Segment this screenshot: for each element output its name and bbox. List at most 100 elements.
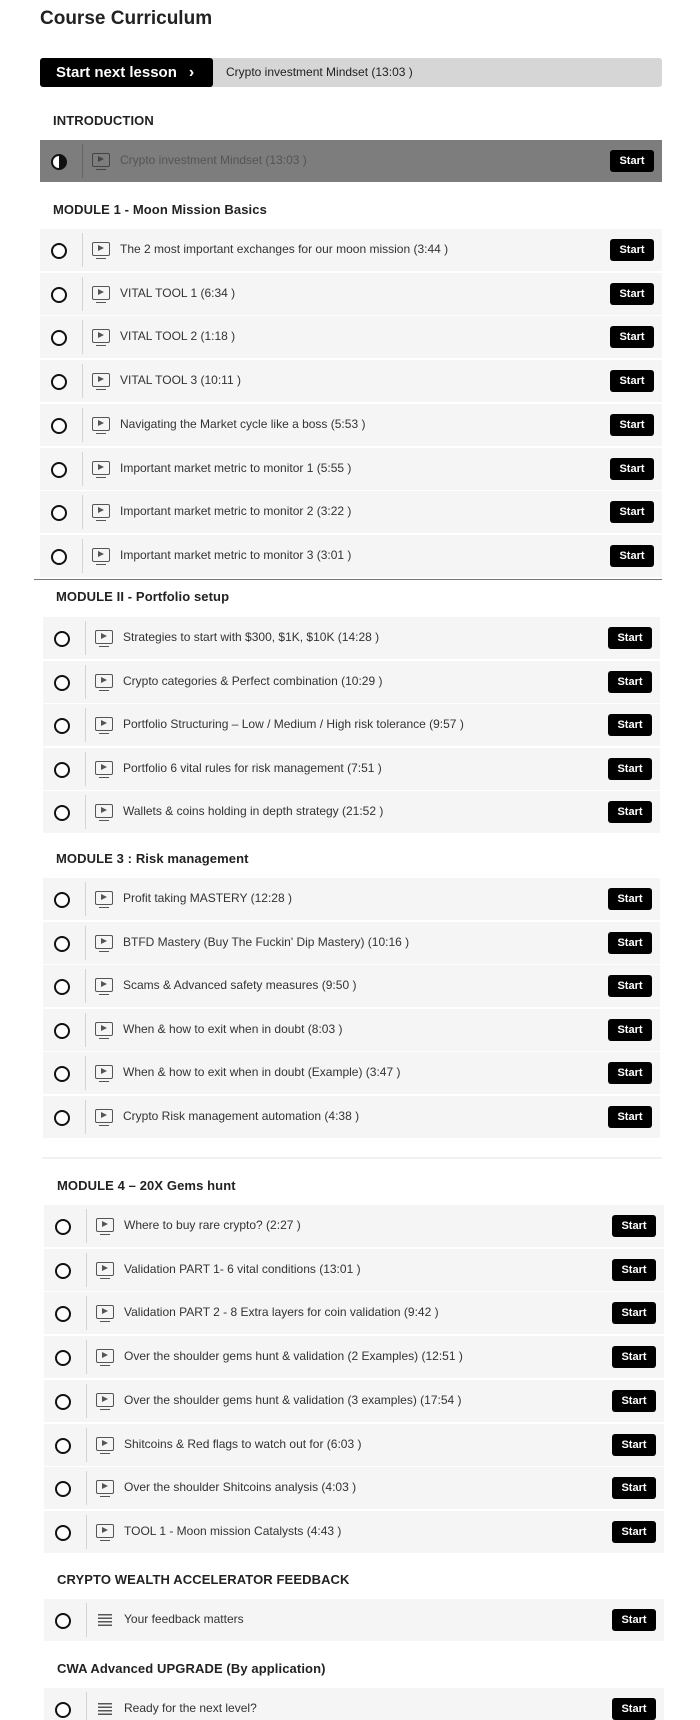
lesson-row[interactable]: Portfolio 6 vital rules for risk managem… xyxy=(43,748,660,790)
lesson-row[interactable]: VITAL TOOL 2 (1:18 ) Start xyxy=(40,316,662,358)
start-button[interactable]: Start xyxy=(612,1302,656,1324)
start-button[interactable]: Start xyxy=(608,888,652,910)
row-divider xyxy=(82,320,83,354)
circle-icon[interactable] xyxy=(51,374,67,390)
lesson-title: Navigating the Market cycle like a boss … xyxy=(120,417,366,431)
lesson-row[interactable]: Crypto categories & Perfect combination … xyxy=(43,661,660,703)
lesson-row[interactable]: BTFD Mastery (Buy The Fuckin' Dip Master… xyxy=(43,922,660,964)
circle-icon[interactable] xyxy=(51,462,67,478)
start-button[interactable]: Start xyxy=(610,414,654,436)
circle-icon[interactable] xyxy=(54,936,70,952)
lesson-row[interactable]: Important market metric to monitor 3 (3:… xyxy=(40,535,662,577)
start-button[interactable]: Start xyxy=(608,1062,652,1084)
lesson-row[interactable]: VITAL TOOL 1 (6:34 ) Start xyxy=(40,273,662,315)
start-button[interactable]: Start xyxy=(612,1215,656,1237)
start-button[interactable]: Start xyxy=(610,545,654,567)
lesson-row[interactable]: Wallets & coins holding in depth strateg… xyxy=(43,791,660,833)
lesson-row[interactable]: Navigating the Market cycle like a boss … xyxy=(40,404,662,446)
lesson-row[interactable]: Over the shoulder Shitcoins analysis (4:… xyxy=(44,1467,664,1509)
lesson-row[interactable]: Strategies to start with $300, $1K, $10K… xyxy=(43,617,660,659)
lesson-row[interactable]: Validation PART 1- 6 vital conditions (1… xyxy=(44,1249,664,1291)
circle-icon[interactable] xyxy=(54,1110,70,1126)
start-button[interactable]: Start xyxy=(612,1698,656,1720)
circle-icon[interactable] xyxy=(55,1219,71,1235)
start-button[interactable]: Start xyxy=(608,975,652,997)
lesson-row[interactable]: Scams & Advanced safety measures (9:50 )… xyxy=(43,965,660,1007)
lesson-row[interactable]: The 2 most important exchanges for our m… xyxy=(40,229,662,271)
video-icon xyxy=(95,1022,113,1039)
start-button[interactable]: Start xyxy=(608,1106,652,1128)
start-next-lesson-button[interactable]: Start next lesson › xyxy=(40,58,213,87)
circle-icon[interactable] xyxy=(55,1263,71,1279)
circle-icon[interactable] xyxy=(51,287,67,303)
lesson-row[interactable]: VITAL TOOL 3 (10:11 ) Start xyxy=(40,360,662,402)
start-button[interactable]: Start xyxy=(610,326,654,348)
half-complete-circle-icon[interactable] xyxy=(51,154,67,170)
start-button[interactable]: Start xyxy=(610,283,654,305)
start-button[interactable]: Start xyxy=(610,458,654,480)
lesson-row[interactable]: Crypto investment Mindset (13:03 ) Start xyxy=(40,140,662,182)
lesson-row[interactable]: Important market metric to monitor 2 (3:… xyxy=(40,491,662,533)
start-button[interactable]: Start xyxy=(612,1390,656,1412)
start-button[interactable]: Start xyxy=(608,801,652,823)
start-button[interactable]: Start xyxy=(612,1477,656,1499)
lesson-row[interactable]: Important market metric to monitor 1 (5:… xyxy=(40,448,662,490)
lesson-row[interactable]: When & how to exit when in doubt (Exampl… xyxy=(43,1052,660,1094)
lesson-row[interactable]: Over the shoulder gems hunt & validation… xyxy=(44,1336,664,1378)
lesson-row[interactable]: Over the shoulder gems hunt & validation… xyxy=(44,1380,664,1422)
video-icon xyxy=(96,1437,114,1454)
circle-icon[interactable] xyxy=(54,675,70,691)
circle-icon[interactable] xyxy=(51,505,67,521)
lesson-row[interactable]: Shitcoins & Red flags to watch out for (… xyxy=(44,1424,664,1466)
lesson-row[interactable]: Profit taking MASTERY (12:28 ) Start xyxy=(43,878,660,920)
circle-icon[interactable] xyxy=(54,631,70,647)
start-button[interactable]: Start xyxy=(612,1346,656,1368)
start-button[interactable]: Start xyxy=(610,150,654,172)
circle-icon[interactable] xyxy=(51,243,67,259)
start-button[interactable]: Start xyxy=(610,501,654,523)
start-button[interactable]: Start xyxy=(608,714,652,736)
lesson-title: When & how to exit when in doubt (8:03 ) xyxy=(123,1022,343,1036)
circle-icon[interactable] xyxy=(51,549,67,565)
start-button[interactable]: Start xyxy=(608,627,652,649)
lesson-row[interactable]: Crypto Risk management automation (4:38 … xyxy=(43,1096,660,1138)
circle-icon[interactable] xyxy=(54,892,70,908)
circle-icon[interactable] xyxy=(55,1525,71,1541)
start-button[interactable]: Start xyxy=(610,239,654,261)
circle-icon[interactable] xyxy=(54,718,70,734)
start-button[interactable]: Start xyxy=(612,1259,656,1281)
circle-icon[interactable] xyxy=(55,1613,71,1629)
lesson-title: When & how to exit when in doubt (Exampl… xyxy=(123,1065,401,1079)
circle-icon[interactable] xyxy=(55,1702,71,1718)
lesson-row[interactable]: TOOL 1 - Moon mission Catalysts (4:43 ) S… xyxy=(44,1511,664,1553)
circle-icon[interactable] xyxy=(51,418,67,434)
start-button[interactable]: Start xyxy=(608,1019,652,1041)
circle-icon[interactable] xyxy=(55,1481,71,1497)
circle-icon[interactable] xyxy=(51,330,67,346)
circle-icon[interactable] xyxy=(54,805,70,821)
lesson-row[interactable]: Validation PART 2 - 8 Extra layers for c… xyxy=(44,1292,664,1334)
lesson-row[interactable]: Where to buy rare crypto? (2:27 ) Start xyxy=(44,1205,664,1247)
start-button[interactable]: Start xyxy=(612,1521,656,1543)
circle-icon[interactable] xyxy=(55,1306,71,1322)
video-icon xyxy=(95,1065,113,1082)
circle-icon[interactable] xyxy=(55,1350,71,1366)
start-button[interactable]: Start xyxy=(610,370,654,392)
start-button[interactable]: Start xyxy=(612,1609,656,1631)
lesson-row[interactable]: Portfolio Structuring – Low / Medium / H… xyxy=(43,704,660,746)
circle-icon[interactable] xyxy=(55,1438,71,1454)
lesson-title: Crypto categories & Perfect combination … xyxy=(123,674,383,688)
circle-icon[interactable] xyxy=(54,762,70,778)
lesson-row[interactable]: When & how to exit when in doubt (8:03 )… xyxy=(43,1009,660,1051)
lesson-row[interactable]: Ready for the next level? Start xyxy=(44,1688,664,1720)
lesson-row[interactable]: Your feedback matters Start xyxy=(44,1599,664,1641)
start-button[interactable]: Start xyxy=(612,1434,656,1456)
start-button[interactable]: Start xyxy=(608,671,652,693)
circle-icon[interactable] xyxy=(54,1066,70,1082)
row-divider xyxy=(86,1253,87,1287)
circle-icon[interactable] xyxy=(54,1023,70,1039)
circle-icon[interactable] xyxy=(54,979,70,995)
start-button[interactable]: Start xyxy=(608,932,652,954)
start-button[interactable]: Start xyxy=(608,758,652,780)
circle-icon[interactable] xyxy=(55,1394,71,1410)
